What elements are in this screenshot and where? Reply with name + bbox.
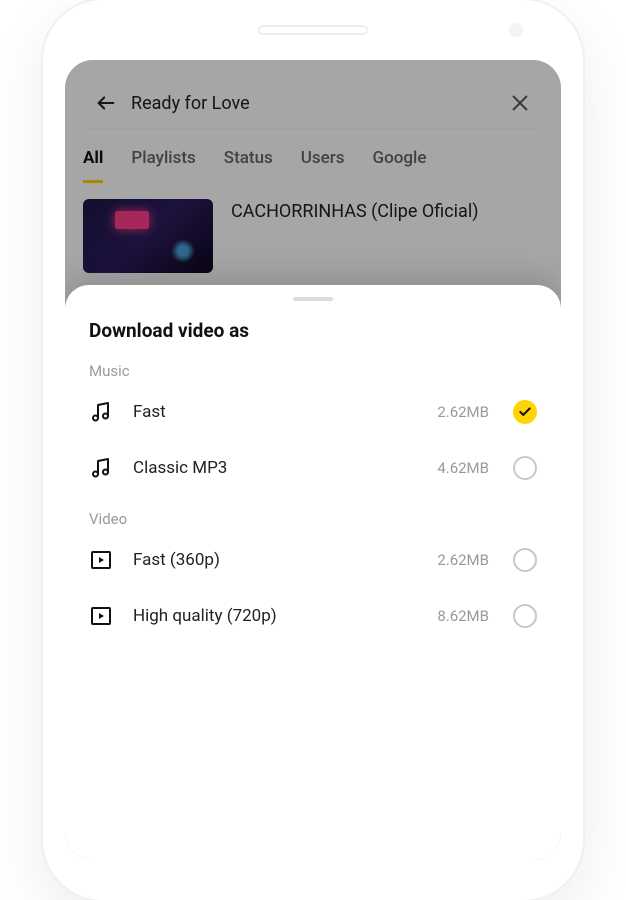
search-bar[interactable]: Ready for Love xyxy=(81,78,545,128)
video-play-icon xyxy=(89,548,113,572)
phone-top-bezel xyxy=(43,0,583,60)
result-title: CACHORRINHAS (Clipe Oficial) xyxy=(231,199,478,224)
option-video-fast-360p[interactable]: Fast (360p) 2.62MB xyxy=(65,532,561,588)
sheet-title: Download video as xyxy=(65,319,561,348)
music-note-icon xyxy=(89,456,113,480)
video-play-icon xyxy=(89,604,113,628)
option-size: 2.62MB xyxy=(437,551,489,569)
section-label-video: Video xyxy=(65,496,561,532)
tab-all[interactable]: All xyxy=(83,148,103,183)
close-icon[interactable] xyxy=(509,92,531,114)
option-label: High quality (720p) xyxy=(133,606,417,626)
back-arrow-icon[interactable] xyxy=(95,92,117,114)
option-size: 4.62MB xyxy=(437,459,489,477)
option-video-high-quality-720p[interactable]: High quality (720p) 8.62MB xyxy=(65,588,561,644)
option-size: 2.62MB xyxy=(437,403,489,421)
radio-unselected[interactable] xyxy=(513,548,537,572)
result-item[interactable]: CACHORRINHAS (Clipe Oficial) xyxy=(65,183,561,289)
tab-google[interactable]: Google xyxy=(373,148,427,183)
radio-unselected[interactable] xyxy=(513,604,537,628)
music-note-icon xyxy=(89,400,113,424)
tabs: All Playlists Status Users Google xyxy=(65,128,561,183)
download-sheet: Download video as Music Fast 2.62MB xyxy=(65,285,561,860)
radio-unselected[interactable] xyxy=(513,456,537,480)
option-music-classic-mp3[interactable]: Classic MP3 4.62MB xyxy=(65,440,561,496)
option-size: 8.62MB xyxy=(437,607,489,625)
phone-screen: Ready for Love All Playlists Status User… xyxy=(65,60,561,860)
phone-speaker xyxy=(258,25,368,35)
option-label: Classic MP3 xyxy=(133,458,417,478)
tab-playlists[interactable]: Playlists xyxy=(131,148,195,183)
result-thumbnail xyxy=(83,199,213,273)
sheet-drag-handle[interactable] xyxy=(293,297,333,301)
tab-status[interactable]: Status xyxy=(224,148,273,183)
option-label: Fast xyxy=(133,402,417,422)
phone-camera xyxy=(509,23,523,37)
search-input[interactable]: Ready for Love xyxy=(131,93,495,114)
tab-users[interactable]: Users xyxy=(301,148,345,183)
phone-frame: Ready for Love All Playlists Status User… xyxy=(43,0,583,900)
section-label-music: Music xyxy=(65,348,561,384)
option-music-fast[interactable]: Fast 2.62MB xyxy=(65,384,561,440)
option-label: Fast (360p) xyxy=(133,550,417,570)
radio-selected[interactable] xyxy=(513,400,537,424)
